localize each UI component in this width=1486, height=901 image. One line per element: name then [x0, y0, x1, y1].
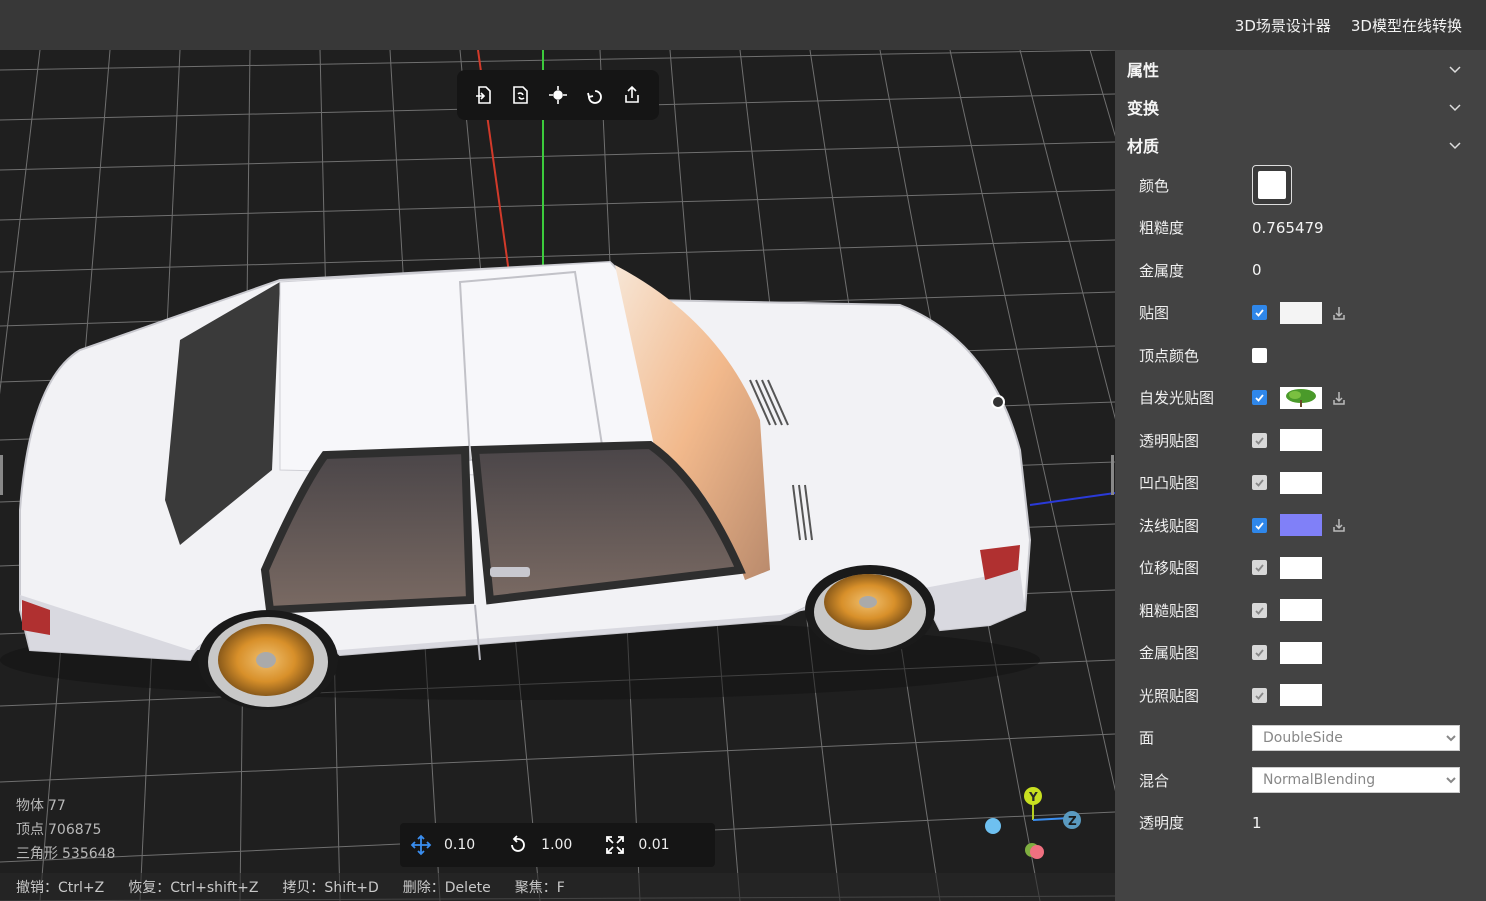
- scene-canvas[interactable]: [0, 50, 1115, 901]
- displacement-map-row: 位移贴图: [1139, 547, 1486, 590]
- triangles-stat: 三角形 535648: [16, 846, 116, 862]
- replace-icon[interactable]: [507, 81, 535, 109]
- z-axis-line: [1029, 492, 1115, 506]
- focus-icon[interactable]: [544, 81, 572, 109]
- blending-row: 混合 NormalBlending: [1139, 759, 1486, 802]
- section-transform[interactable]: 变换: [1115, 88, 1486, 126]
- opacity-row: 透明度 1: [1139, 813, 1262, 833]
- normal-map-row: 法线贴图: [1139, 504, 1486, 547]
- side-select[interactable]: DoubleSide: [1252, 724, 1460, 751]
- scale-icon: [606, 836, 625, 854]
- vertices-stat: 顶点 706875: [16, 822, 102, 838]
- map-checkbox[interactable]: [1252, 305, 1267, 321]
- top-bar: 3D场景设计器 3D模型在线转换: [0, 0, 1486, 50]
- delete-hint: 删除：Delete: [402, 880, 491, 896]
- section-properties[interactable]: 属性: [1115, 50, 1486, 88]
- export-icon[interactable]: [618, 81, 646, 109]
- properties-panel: 属性 变换 材质 颜色 粗糙度 0.765479 金属度 0 贴图 顶点颜色 自…: [1115, 50, 1486, 901]
- chevron-down-icon: [1449, 66, 1461, 74]
- axis-gizmo[interactable]: Y Z: [980, 780, 1090, 870]
- metalness-row: 金属度 0: [1139, 261, 1262, 280]
- model-converter-link[interactable]: 3D模型在线转换: [1351, 15, 1462, 36]
- color-row: 颜色: [1139, 164, 1486, 207]
- alpha-map-row: 透明贴图: [1139, 419, 1486, 462]
- viewport-toolbar: [457, 70, 659, 120]
- side-row: 面 DoubleSide: [1139, 717, 1486, 760]
- bump-map-checkbox[interactable]: [1252, 475, 1267, 491]
- import-icon[interactable]: [470, 81, 498, 109]
- chevron-down-icon: [1449, 104, 1461, 112]
- light-map-texture-slot[interactable]: [1280, 684, 1322, 707]
- svg-text:Z: Z: [1068, 814, 1077, 828]
- metalness-value[interactable]: 0: [1252, 261, 1262, 279]
- undo-hint: 撤销：Ctrl+Z: [16, 880, 105, 896]
- car-model: [0, 260, 1040, 710]
- rear-wheel: [198, 610, 338, 710]
- light-map-row: 光照贴图: [1139, 674, 1486, 717]
- roughness-map-checkbox[interactable]: [1252, 602, 1267, 618]
- alpha-map-checkbox[interactable]: [1252, 432, 1267, 448]
- download-icon[interactable]: [1331, 305, 1347, 321]
- emissive-map-texture-slot[interactable]: [1280, 386, 1322, 409]
- rotate-step-value: 1.00: [541, 837, 573, 853]
- app-root: 3D场景设计器 3D模型在线转换 物体 77 顶点 706875 三角形 535…: [0, 0, 1486, 901]
- opacity-value[interactable]: 1: [1252, 814, 1262, 832]
- redo-hint: 恢复：Ctrl+shift+Z: [128, 880, 259, 896]
- focus-hint: 聚焦：F: [514, 880, 565, 896]
- light-map-checkbox[interactable]: [1252, 687, 1267, 703]
- x-axis-handle: [985, 818, 1001, 834]
- roughness-row: 粗糙度 0.765479: [1139, 218, 1324, 238]
- metalness-map-row: 金属贴图: [1139, 632, 1486, 675]
- right-resize-handle[interactable]: [1111, 455, 1114, 495]
- rotate-icon: [511, 835, 526, 852]
- scene-stats: 物体 77 顶点 706875 三角形 535648: [16, 794, 115, 866]
- hotkey-hints: 撤销：Ctrl+Z 恢复：Ctrl+shift+Z 拷贝：Shift+D 删除：…: [0, 873, 1115, 901]
- blending-select[interactable]: NormalBlending: [1252, 767, 1460, 794]
- scale-step[interactable]: 0.01: [604, 834, 670, 856]
- alpha-map-texture-slot[interactable]: [1280, 429, 1322, 452]
- neg-axis-handle: [1030, 845, 1044, 859]
- svg-text:Y: Y: [1028, 790, 1038, 804]
- rotate-step[interactable]: 1.00: [507, 834, 572, 856]
- vertex-colors-checkbox[interactable]: [1252, 347, 1267, 363]
- metalness-map-checkbox[interactable]: [1252, 645, 1267, 661]
- map-row: 贴图: [1139, 292, 1486, 335]
- roughness-map-texture-slot[interactable]: [1280, 599, 1322, 622]
- translate-step[interactable]: 0.10: [410, 834, 475, 856]
- roughness-map-row: 粗糙贴图: [1139, 589, 1486, 632]
- section-material[interactable]: 材质: [1115, 126, 1486, 164]
- metalness-map-texture-slot[interactable]: [1280, 641, 1322, 664]
- reset-icon[interactable]: [581, 81, 609, 109]
- scale-step-value: 0.01: [638, 837, 670, 853]
- tree-thumbnail-icon: [1286, 388, 1316, 407]
- bump-map-row: 凹凸贴图: [1139, 462, 1486, 505]
- move-icon: [410, 834, 432, 856]
- normal-map-checkbox[interactable]: [1252, 517, 1267, 533]
- download-icon[interactable]: [1331, 390, 1347, 406]
- translate-step-value: 0.10: [444, 837, 476, 853]
- normal-map-texture-slot[interactable]: [1280, 514, 1322, 537]
- map-texture-slot[interactable]: [1280, 301, 1322, 324]
- objects-stat: 物体 77: [16, 798, 66, 814]
- scene-designer-link[interactable]: 3D场景设计器: [1235, 15, 1331, 36]
- displacement-map-checkbox[interactable]: [1252, 560, 1267, 576]
- material-rows: 颜色 粗糙度 0.765479 金属度 0 贴图 顶点颜色 自发光贴图 透明贴图…: [1115, 164, 1486, 844]
- color-picker[interactable]: [1252, 165, 1292, 206]
- 3d-viewport[interactable]: 物体 77 顶点 706875 三角形 535648 0.10 1.00 0.01: [0, 50, 1115, 901]
- chevron-down-icon: [1449, 142, 1461, 150]
- displacement-map-texture-slot[interactable]: [1280, 556, 1322, 579]
- bump-map-texture-slot[interactable]: [1280, 471, 1322, 494]
- front-wheel: [805, 565, 935, 655]
- emissive-map-checkbox[interactable]: [1252, 390, 1267, 406]
- copy-hint: 拷贝：Shift+D: [282, 880, 379, 896]
- download-icon[interactable]: [1331, 517, 1347, 533]
- emissive-map-row: 自发光贴图: [1139, 377, 1486, 420]
- vertex-colors-row: 顶点颜色: [1139, 334, 1486, 377]
- transform-step-bar: 0.10 1.00 0.01: [400, 823, 715, 867]
- left-resize-handle[interactable]: [0, 455, 3, 495]
- roughness-value[interactable]: 0.765479: [1252, 219, 1324, 237]
